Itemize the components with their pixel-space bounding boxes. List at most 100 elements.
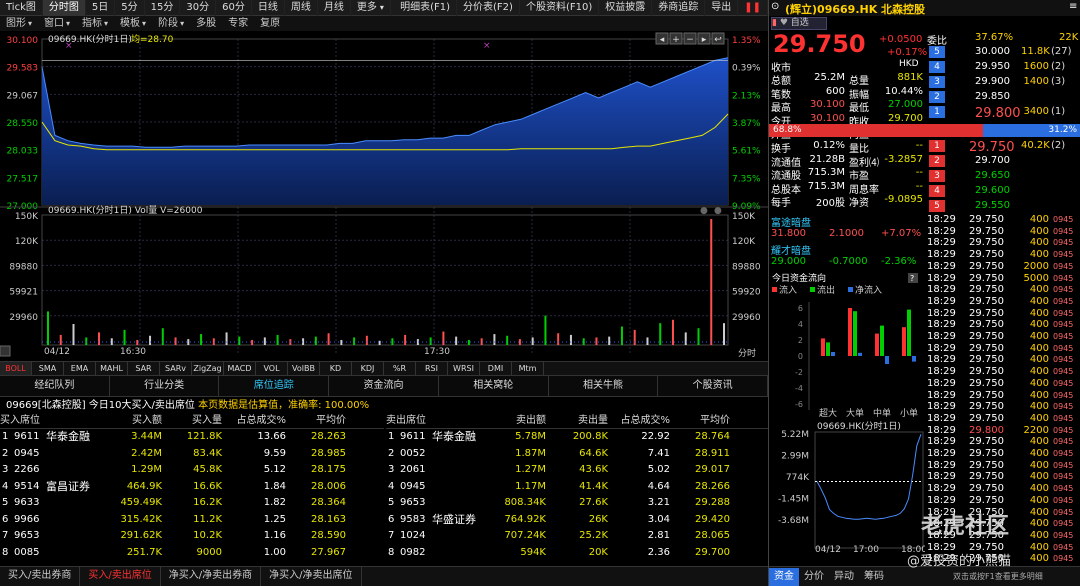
search-icon[interactable]: ⊙ [771,1,779,12]
indicator-tab[interactable]: SAR [128,362,160,375]
table-row[interactable]: 7 9653 291.62K 10.2K 1.16 28.590 [0,528,384,545]
right-tab[interactable]: 筹码 [859,568,889,586]
function-button[interactable]: 明细表(F1) [394,0,458,16]
info-tab[interactable]: 经纪队列 [0,376,110,396]
toolbar-menu[interactable]: 阶段 ▾ [152,16,190,31]
bid-price[interactable]: 29.550 [975,200,1010,211]
footer-tab[interactable]: 买入/卖出席位 [80,567,161,586]
indicator-tab[interactable]: RSI [416,362,448,375]
toolbar-menu[interactable]: 图形 ▾ [0,16,38,31]
info-tab[interactable]: 资金流向 [329,376,439,396]
period-tab[interactable]: 分时图 [42,0,86,16]
info-tab[interactable]: 相关窝轮 [439,376,549,396]
stat-value: 21.28B [809,153,846,165]
menu-icon[interactable]: ≡ [1069,1,1077,12]
dark-pool-name[interactable]: 富途暗盘 [771,214,811,229]
indicator-tab[interactable]: VolBB [288,362,320,375]
ask-price[interactable]: 29.900 [975,76,1010,87]
period-tab[interactable]: 15分 [145,0,181,16]
bid-price[interactable]: 29.650 [975,170,1010,181]
chart-control-icon[interactable]: + [669,32,683,45]
toolbar-menu[interactable]: 指标 ▾ [76,16,114,31]
period-tab[interactable]: 更多 ▾ [351,0,391,16]
favorite-button[interactable]: ▮ ♥ 自选 [771,17,827,30]
dark-pool-name[interactable]: 耀才暗盘 [771,242,811,257]
indicator-tab[interactable]: ZigZag [192,362,224,375]
indicator-tab[interactable]: VOL [256,362,288,375]
chart-control-icon[interactable]: ▸ [697,32,711,45]
bid-price[interactable]: 29.700 [975,155,1010,166]
info-tab[interactable]: 行业分类 [110,376,220,396]
ask-price[interactable]: 30.000 [975,46,1010,57]
table-row[interactable]: 8 0085 251.7K 9000 1.00 27.967 [0,545,384,562]
chart-control-icon[interactable]: − [683,32,697,45]
period-tab[interactable]: 日线 [252,0,285,16]
chart-control-icon[interactable]: ↩ [711,32,725,45]
ask-price[interactable]: 29.850 [975,91,1010,102]
collapse-icon[interactable]: ❚❚ [738,0,768,16]
indicator-tab[interactable]: %R [384,362,416,375]
right-tab[interactable]: 分价 [799,568,829,586]
indicator-tab[interactable]: KDJ [352,362,384,375]
indicator-tab[interactable]: SARv [160,362,192,375]
table-row[interactable]: 1 9611 华泰金融 3.44M 121.8K 13.66 28.263 [0,429,384,446]
footer-tab[interactable]: 净买入/净卖出券商 [161,567,262,586]
table-row[interactable]: 6 9583 华盛证券 764.92K 26K 3.04 29.420 [386,512,768,529]
right-tab[interactable]: 资金 [769,567,799,586]
period-tab[interactable]: 5分 [115,0,145,16]
period-tab[interactable]: 60分 [216,0,252,16]
table-row[interactable]: 7 1024 707.24K 25.2K 2.81 28.065 [386,528,768,545]
stock-title: (辉立)09669.HK 北森控股 [785,3,926,16]
indicator-tab[interactable]: SMA [32,362,64,375]
table-row[interactable]: 1 9611 华泰金融 5.78M 200.8K 22.92 28.764 [386,429,768,446]
info-tab[interactable]: 个股资讯 [658,376,769,396]
table-row[interactable]: 4 0945 1.17M 41.4K 4.64 28.266 [386,479,768,496]
right-tab[interactable]: 异动 [829,568,859,586]
toolbar-menu[interactable]: 窗口 ▾ [38,16,76,31]
info-tab[interactable]: 相关牛熊 [549,376,659,396]
function-button[interactable]: 权益披露 [599,0,653,16]
table-row[interactable]: 5 9633 459.49K 16.2K 1.82 28.364 [0,495,384,512]
table-row[interactable]: 8 0982 594K 20K 2.36 29.700 [386,545,768,562]
period-tab[interactable]: 周线 [285,0,318,16]
indicator-tab[interactable]: DMI [480,362,512,375]
indicator-tab[interactable]: BOLL [0,362,32,375]
table-row[interactable]: 6 9966 315.42K 11.2K 1.25 28.163 [0,512,384,529]
function-button[interactable]: 个股资料(F10) [520,0,600,16]
bid-price[interactable]: 29.600 [975,185,1010,196]
tick-price: 29.750 [969,354,1004,366]
tick-volume: 400 [1029,518,1049,530]
table-row[interactable]: 3 2266 1.29M 45.8K 5.12 28.175 [0,462,384,479]
indicator-tab[interactable]: EMA [64,362,96,375]
help-icon[interactable]: ? [908,273,918,283]
table-row[interactable]: 5 9653 808.34K 27.6K 3.21 29.288 [386,495,768,512]
table-row[interactable]: 3 2061 1.27M 43.6K 5.02 29.017 [386,462,768,479]
indicator-tab[interactable]: Mtm [512,362,544,375]
bid-price[interactable]: 29.750 [969,140,1015,155]
footer-tab[interactable]: 买入/卖出券商 [0,567,81,586]
indicator-tab[interactable]: MAHL [96,362,128,375]
table-row[interactable]: 2 0945 2.42M 83.4K 9.59 28.985 [0,446,384,463]
ask-price[interactable]: 29.950 [975,61,1010,72]
period-tab[interactable]: Tick图 [0,0,43,16]
footer-tab[interactable]: 净买入/净卖出席位 [261,567,362,586]
indicator-tab[interactable]: WRSI [448,362,480,375]
toolbar-menu[interactable]: 多股 [190,16,222,31]
table-row[interactable]: 4 9514 富昌证券 464.9K 16.6K 1.84 28.006 [0,479,384,496]
ask-price[interactable]: 29.800 [975,106,1021,121]
period-tab[interactable]: 30分 [180,0,217,16]
indicator-tab[interactable]: MACD [224,362,256,375]
function-button[interactable]: 导出 [705,0,739,16]
info-tab[interactable]: 席位追踪 [219,376,330,396]
indicator-tab[interactable]: KD [320,362,352,375]
function-button[interactable]: 券商追踪 [652,0,706,16]
toolbar-menu[interactable]: 专家 [222,16,254,31]
toolbar-menu[interactable]: 复原 [254,16,286,31]
toolbar-menu[interactable]: 模板 ▾ [114,16,152,31]
table-row[interactable]: 2 0052 1.87M 64.6K 7.41 28.911 [386,446,768,463]
period-tab[interactable]: 5日 [86,0,116,16]
chart-control-icon[interactable]: ◂ [655,32,669,45]
function-button[interactable]: 分价表(F2) [457,0,520,16]
scrollbar-handle[interactable] [0,345,11,357]
period-tab[interactable]: 月线 [318,0,351,16]
